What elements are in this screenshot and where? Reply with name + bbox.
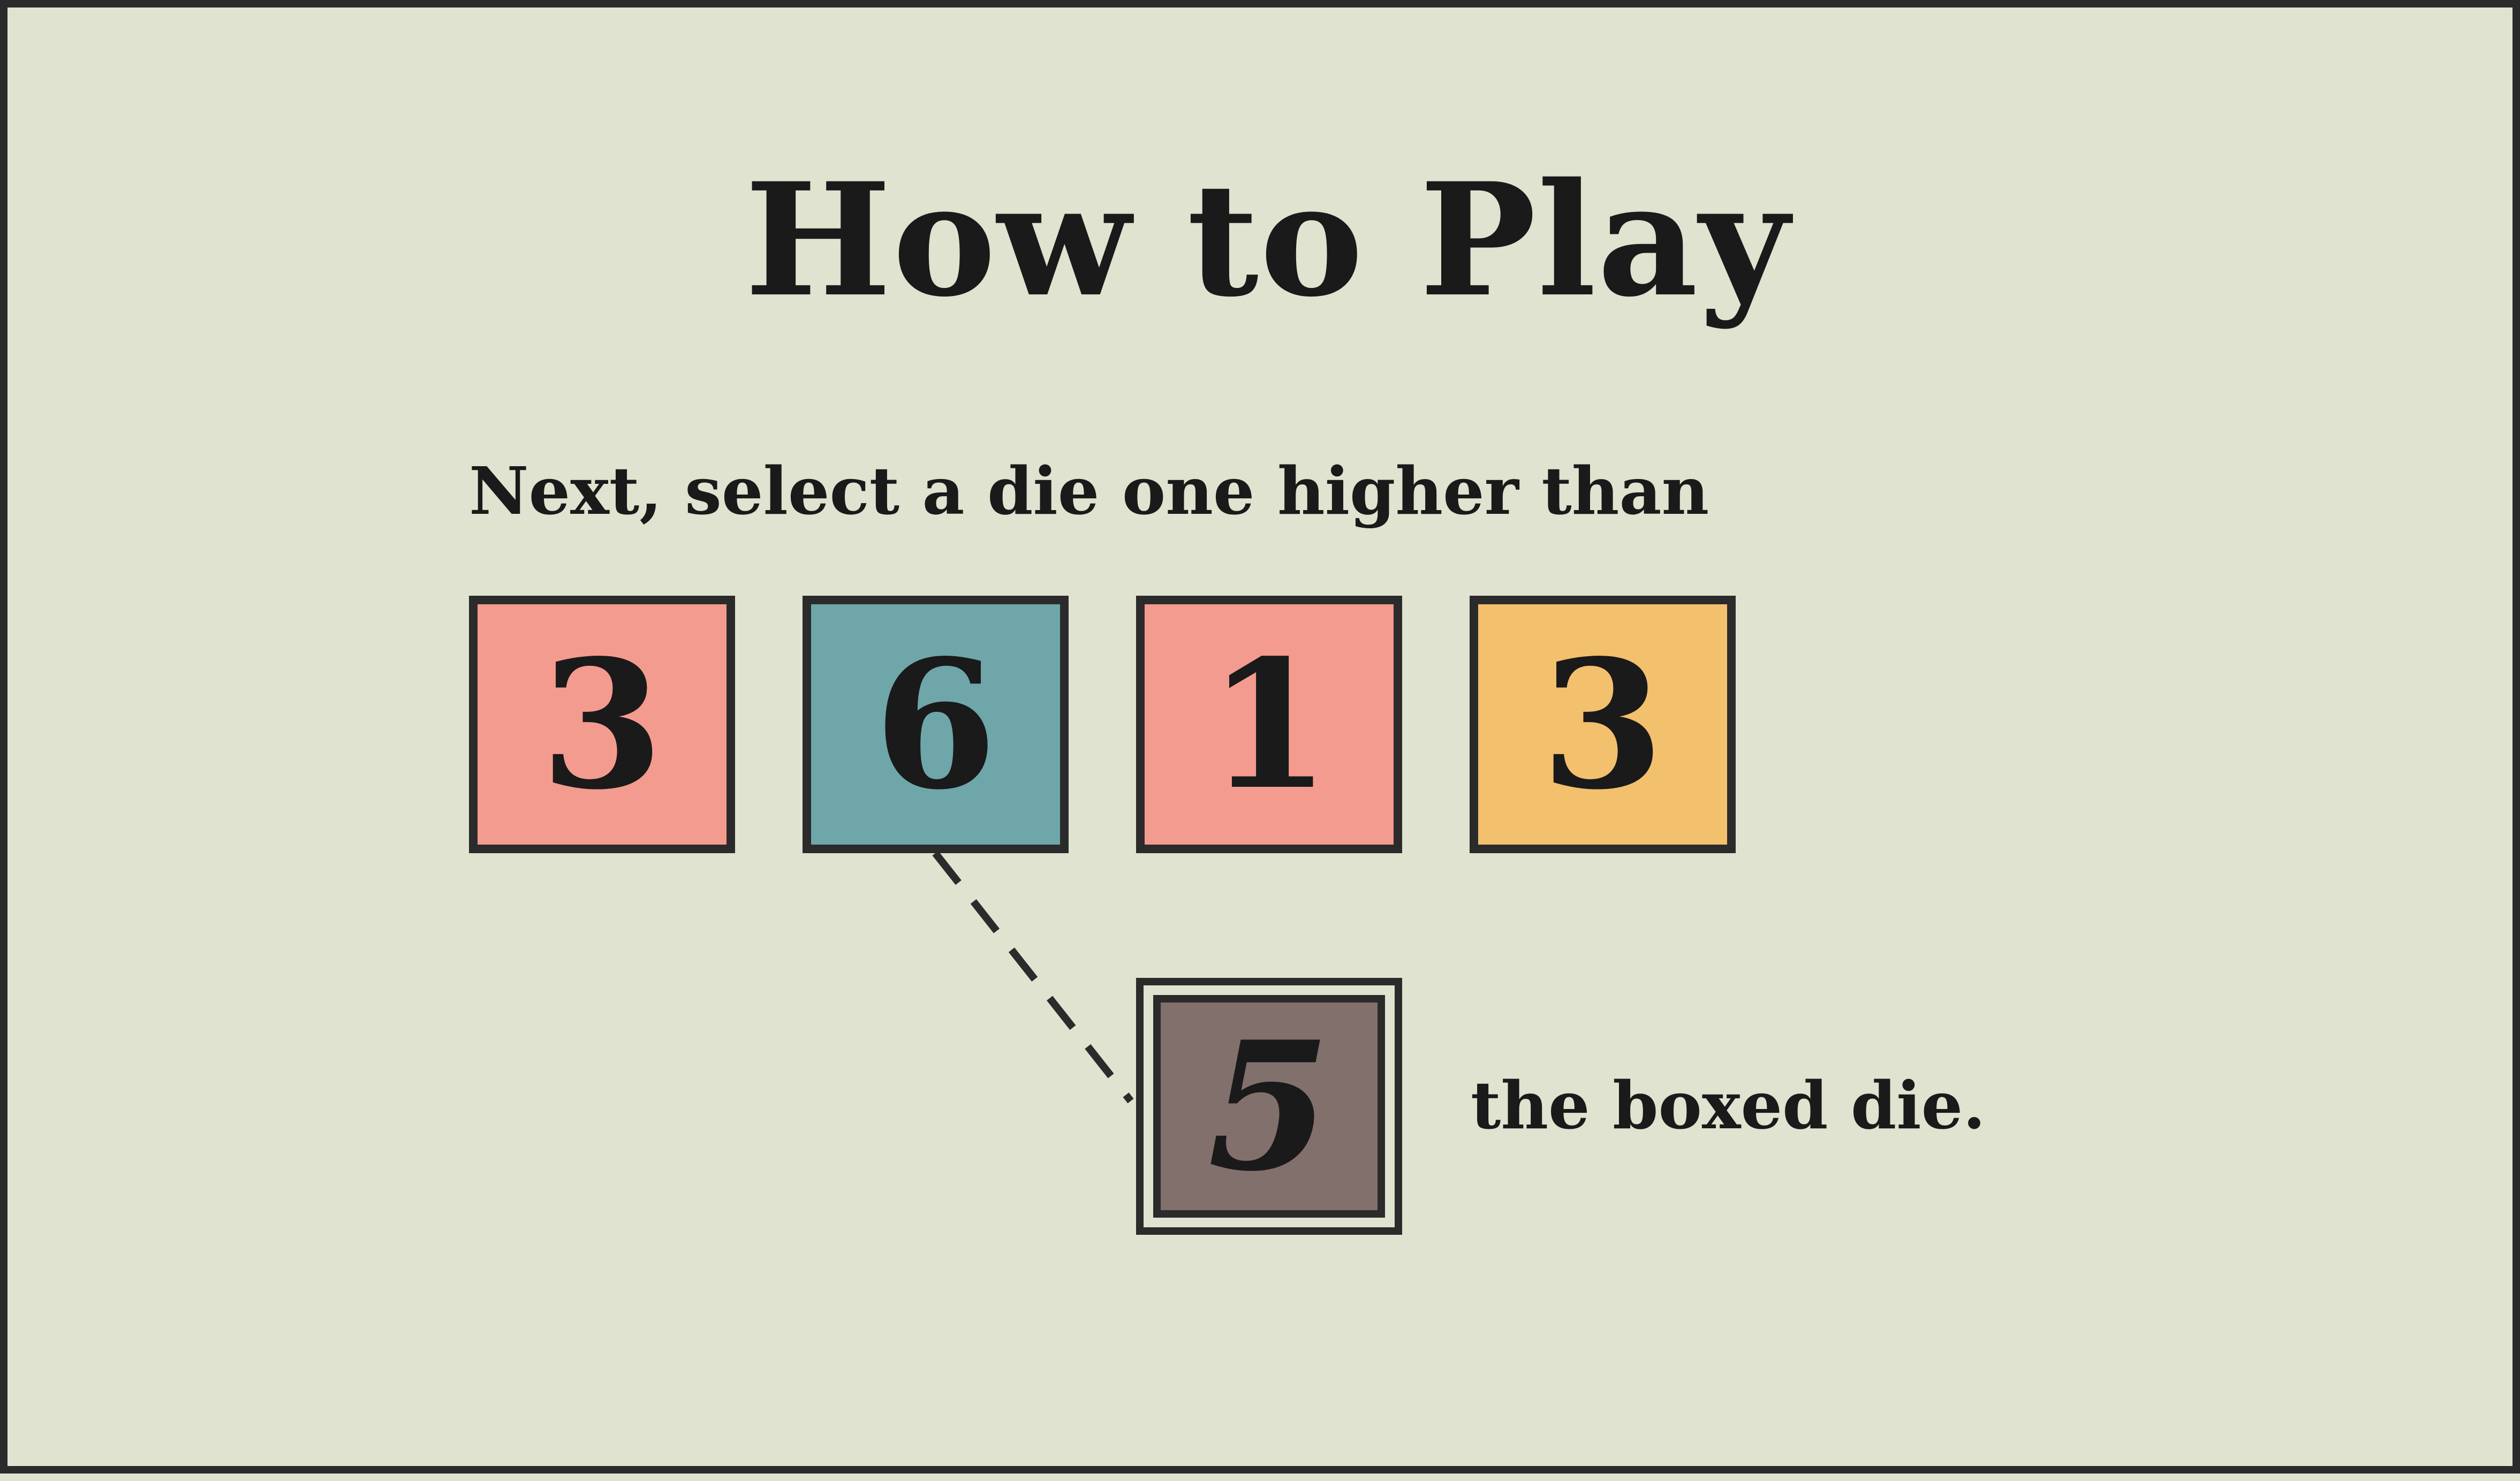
die-3-value: 1 <box>1207 620 1331 829</box>
die-3[interactable]: 1 <box>1136 596 1402 853</box>
connector-line <box>932 850 1134 1104</box>
boxed-die-face: 5 <box>1153 995 1385 1218</box>
tutorial-panel: How to Play Next, select a die one highe… <box>0 0 2520 1474</box>
instruction-suffix-text: the boxed die. <box>1471 1067 1986 1144</box>
die-1-value: 3 <box>540 620 664 829</box>
die-4-value: 3 <box>1541 620 1664 829</box>
page-title: How to Play <box>744 149 1791 331</box>
die-2[interactable]: 6 <box>803 596 1069 853</box>
die-1[interactable]: 3 <box>469 596 735 853</box>
boxed-die: 5 <box>1136 978 1402 1235</box>
die-4[interactable]: 3 <box>1470 596 1736 853</box>
die-2-value: 6 <box>874 620 997 829</box>
instruction-text: Next, select a die one higher than <box>469 452 1709 529</box>
boxed-die-value: 5 <box>1207 1002 1331 1210</box>
